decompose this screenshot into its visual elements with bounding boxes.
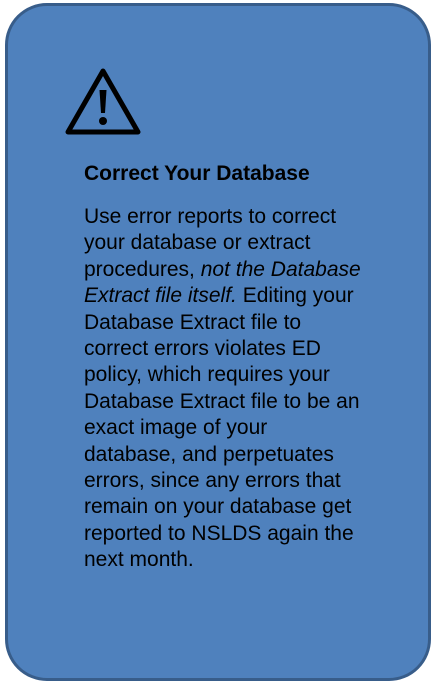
body-line: errors, since any errors that [84,468,424,494]
body-run: your database or extract [84,231,311,255]
body-run: next month. [84,548,194,572]
body-run: Database Extract file to be an [84,389,360,413]
body-run: remain on your database get [84,495,352,519]
callout-heading: Correct Your Database [84,162,310,185]
body-line: your database or extract [84,230,424,256]
body-run: database, and perpetuates [84,442,334,466]
body-line: Database Extract file to be an [84,389,424,415]
body-emphasis: not the Database [200,257,361,281]
body-line: remain on your database get [84,494,424,520]
body-line: correct errors violates ED [84,336,424,362]
body-line: exact image of your [84,415,424,441]
body-line: database, and perpetuates [84,442,424,468]
body-line: Extract file itself. Editing your [84,283,424,309]
body-run: errors, since any errors that [84,469,341,493]
callout-body-text: Use error reports to correct your databas… [84,204,424,574]
body-run: exact image of your [84,416,268,440]
body-line: next month. [84,547,424,573]
body-line: Database Extract file to [84,310,424,336]
body-run: Editing your [236,284,354,308]
body-line: Use error reports to correct [84,204,424,230]
body-run: procedures, [84,257,201,281]
body-line: reported to NSLDS again the [84,521,424,547]
body-run: Use error reports to correct [84,205,337,228]
warning-triangle-icon [65,68,141,135]
body-run: Database Extract file to [84,310,302,334]
body-line: procedures, not the Database [84,257,424,283]
warning-callout-box: Correct Your Database Use error reports … [5,3,431,681]
body-line: policy, which requires your [84,362,424,388]
body-run: reported to NSLDS again the [84,521,354,545]
body-emphasis: Extract file itself. [84,284,237,308]
body-run: policy, which requires your [84,363,330,387]
body-run: correct errors violates ED [84,337,321,361]
